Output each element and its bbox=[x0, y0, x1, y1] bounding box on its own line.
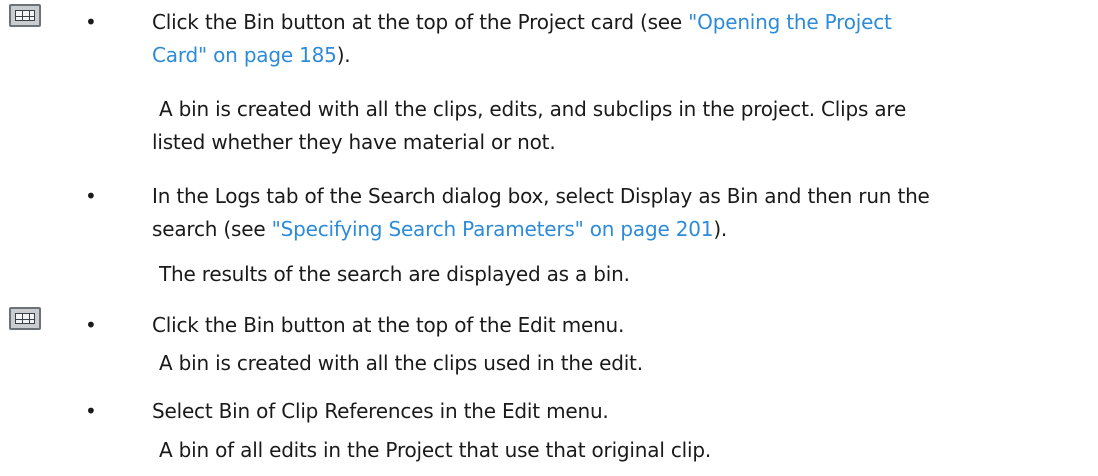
item-1-result-line-1: A bin is created with all the clips, edi… bbox=[159, 97, 907, 121]
bullet: • bbox=[85, 399, 97, 423]
item-2-line-1: In the Logs tab of the Search dialog box… bbox=[152, 184, 930, 208]
item-1-line-1: Click the Bin button at the top of the P… bbox=[152, 10, 892, 34]
item-3-result: A bin is created with all the clips used… bbox=[159, 351, 643, 375]
bin-button-icon bbox=[9, 4, 41, 27]
item-1-line-2: Card" on page 185). bbox=[152, 43, 351, 67]
item-3-line-1: Click the Bin button at the top of the E… bbox=[152, 313, 625, 337]
bullet: • bbox=[85, 184, 97, 208]
link-opening-project-card[interactable]: "Opening the Project bbox=[688, 10, 892, 34]
bin-button-icon bbox=[9, 307, 41, 330]
item-2-result: The results of the search are displayed … bbox=[159, 262, 630, 286]
link-opening-project-card-cont[interactable]: Card" on page 185 bbox=[152, 43, 337, 67]
item-1-result-line-2: listed whether they have material or not… bbox=[152, 130, 556, 154]
bullet: • bbox=[85, 10, 97, 34]
document-page: • Click the Bin button at the top of the… bbox=[0, 0, 1098, 476]
item-2-line-2: search (see "Specifying Search Parameter… bbox=[152, 217, 728, 241]
item-4-line-1: Select Bin of Clip References in the Edi… bbox=[152, 399, 609, 423]
link-specifying-search-parameters[interactable]: "Specifying Search Parameters" on page 2… bbox=[272, 217, 714, 241]
bullet: • bbox=[85, 313, 97, 337]
item-4-result: A bin of all edits in the Project that u… bbox=[159, 438, 711, 462]
